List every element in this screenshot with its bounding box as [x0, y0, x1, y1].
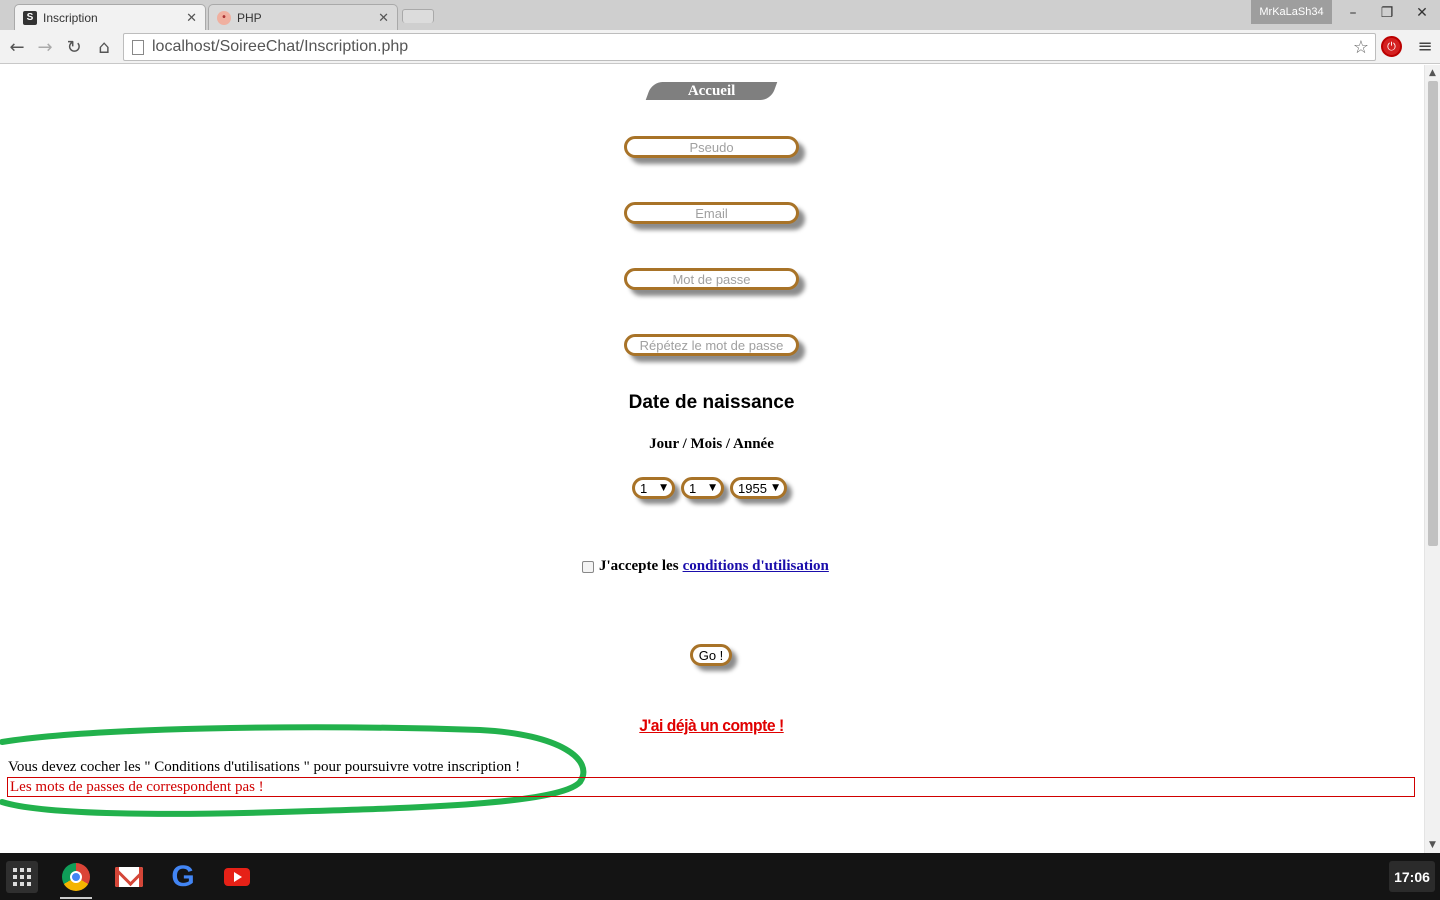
profile-name[interactable]: MrKaLaSh34 [1251, 0, 1332, 24]
active-app-indicator [60, 897, 92, 899]
pseudo-input[interactable] [624, 136, 799, 158]
year-value: 1955 [738, 480, 767, 496]
page-viewport: Accueil Date de naissance Jour / Mois / … [0, 65, 1424, 853]
scrollbar-thumb[interactable] [1428, 81, 1438, 546]
page-icon [132, 39, 144, 55]
dropdown-caret-icon: ▼ [772, 483, 779, 493]
close-tab-icon[interactable]: ✕ [186, 10, 197, 26]
address-bar[interactable]: localhost/SoireeChat/Inscription.php ☆ [123, 33, 1376, 61]
clock[interactable]: 17:06 [1389, 861, 1435, 892]
year-select[interactable]: 1955 ▼ [730, 477, 787, 499]
home-nav-link[interactable]: Accueil [645, 82, 778, 100]
os-shelf: G 17:06 [0, 853, 1440, 900]
login-link[interactable]: J'ai déjà un compte ! [535, 716, 887, 736]
tab-inscription[interactable]: S Inscription ✕ [14, 4, 206, 30]
chrome-icon[interactable] [60, 861, 92, 893]
terms-label: J'accepte les [599, 558, 679, 574]
scroll-down-icon[interactable]: ▼ [1429, 840, 1436, 850]
close-tab-icon[interactable]: ✕ [378, 10, 389, 26]
password-input[interactable] [624, 268, 799, 290]
site-favicon-icon: S [23, 10, 37, 25]
app-launcher-icon[interactable] [6, 861, 38, 893]
scroll-up-icon[interactable]: ▲ [1429, 68, 1436, 78]
terms-row: J'accepte les conditions d'utilisation [582, 558, 829, 575]
submit-button[interactable]: Go ! [690, 644, 732, 666]
gmail-icon[interactable] [113, 861, 145, 893]
new-tab-button[interactable] [402, 9, 434, 23]
restore-icon[interactable]: ❐ [1372, 2, 1402, 24]
tab-strip: S Inscription ✕ • PHP ✕ MrKaLaSh34 – ❐ ✕ [0, 0, 1440, 30]
minimize-icon[interactable]: – [1338, 2, 1368, 24]
back-icon[interactable]: ← [4, 34, 30, 60]
password-repeat-input[interactable] [624, 334, 799, 356]
page-scrollbar[interactable]: ▲ ▼ [1424, 65, 1440, 853]
dropdown-caret-icon: ▼ [660, 483, 667, 493]
dropdown-caret-icon: ▼ [709, 483, 716, 493]
tab-title: PHP [237, 10, 262, 25]
terms-checkbox[interactable] [582, 560, 594, 573]
menu-icon[interactable]: ≡ [1414, 35, 1436, 57]
reload-icon[interactable]: ↻ [61, 34, 87, 60]
tab-title: Inscription [43, 10, 98, 25]
php-favicon-icon: • [217, 10, 231, 25]
email-input[interactable] [624, 202, 799, 224]
google-icon[interactable]: G [167, 861, 199, 893]
terms-error-message: Vous devez cocher les " Conditions d'uti… [8, 759, 521, 775]
home-nav-label: Accueil [687, 82, 736, 99]
month-value: 1 [689, 480, 697, 496]
password-error-message: Les mots de passes de correspondent pas … [7, 777, 1415, 797]
birthdate-subtitle: Jour / Mois / Année [649, 436, 774, 452]
tab-php[interactable]: • PHP ✕ [208, 4, 398, 30]
youtube-icon[interactable] [221, 861, 253, 893]
close-window-icon[interactable]: ✕ [1407, 2, 1437, 24]
day-value: 1 [640, 480, 648, 496]
terms-link[interactable]: conditions d'utilisation [683, 558, 829, 575]
day-select[interactable]: 1 ▼ [632, 477, 675, 499]
home-icon[interactable]: ⌂ [91, 34, 117, 60]
bookmark-star-icon[interactable]: ☆ [1353, 37, 1369, 58]
browser-toolbar: ← → ↻ ⌂ localhost/SoireeChat/Inscription… [0, 30, 1440, 64]
month-select[interactable]: 1 ▼ [681, 477, 724, 499]
url-text[interactable]: localhost/SoireeChat/Inscription.php [152, 38, 1353, 56]
extension-icon[interactable]: ⏻ [1381, 36, 1402, 57]
birthdate-title: Date de naissance [628, 392, 795, 413]
forward-icon[interactable]: → [32, 34, 58, 60]
